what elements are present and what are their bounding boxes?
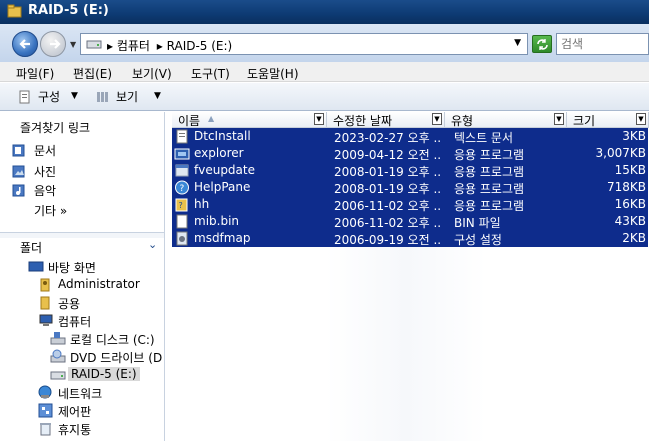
- favorite-documents-label: 문서: [34, 144, 57, 158]
- address-dropdown[interactable]: ▼: [514, 38, 521, 48]
- favorite-music-label: 음악: [34, 184, 57, 198]
- table-row[interactable]: fveupdate 2008-01-19 오후 ... 응용 프로그램 15KB: [172, 162, 648, 179]
- bin-file-icon: [176, 214, 188, 229]
- table-row[interactable]: explorer 2009-04-12 오전 ... 응용 프로그램 3,007…: [172, 145, 648, 162]
- arrow-left-icon: [19, 39, 30, 49]
- folders-title: 폴더: [20, 241, 43, 255]
- forward-button[interactable]: [40, 31, 66, 57]
- documents-icon: [12, 144, 25, 157]
- command-bar: 구성 ▼ 보기 ▼: [0, 83, 649, 111]
- pictures-icon: [12, 165, 25, 178]
- title-bar: RAID-5 (E:): [0, 0, 649, 24]
- text-file-icon: [176, 129, 188, 144]
- table-row[interactable]: mib.bin 2006-11-02 오후 ... BIN 파일 43KB: [172, 213, 648, 230]
- favorites-more-link[interactable]: 기타 »: [34, 202, 67, 219]
- control-panel-icon: [38, 403, 53, 418]
- menu-edit[interactable]: 편집(E): [73, 65, 112, 82]
- refresh-icon: [537, 39, 548, 50]
- help-icon: ?: [175, 180, 189, 195]
- menu-file[interactable]: 파일(F): [16, 65, 54, 82]
- favorite-pictures-label: 사진: [34, 165, 57, 179]
- network-icon: [38, 385, 52, 399]
- table-row[interactable]: ? hh 2006-11-02 오후 ... 응용 프로그램 16KB: [172, 196, 648, 213]
- views-dropdown-icon[interactable]: ▼: [154, 91, 161, 101]
- chevron-down-icon: ⌄: [148, 238, 158, 251]
- music-icon: [12, 184, 25, 197]
- folder-icon: [40, 296, 50, 310]
- user-folder-icon: [40, 278, 50, 292]
- config-file-icon: [176, 231, 188, 246]
- menu-help[interactable]: 도움말(H): [247, 65, 299, 82]
- views-button[interactable]: 보기: [116, 88, 138, 105]
- column-header-name[interactable]: 이름 ▲ ▼: [172, 112, 327, 128]
- views-icon: [97, 92, 108, 102]
- computer-icon: [39, 314, 53, 326]
- table-row[interactable]: ? HelpPane 2008-01-19 오후 ... 응용 프로그램 718…: [172, 179, 648, 196]
- refresh-button[interactable]: [532, 35, 552, 53]
- app-icon: [175, 164, 189, 177]
- address-toolbar: ▼ ▸ 컴퓨터 ▸ RAID-5 (E:) ▼: [0, 24, 649, 62]
- column-size-filter-dropdown[interactable]: ▼: [636, 113, 646, 125]
- background-gradient: [326, 243, 486, 441]
- sort-ascending-icon: ▲: [208, 114, 215, 123]
- recycle-bin-icon: [40, 423, 51, 436]
- folders-header[interactable]: 폴더 ⌄: [0, 238, 164, 258]
- window-title: RAID-5 (E:): [28, 3, 109, 18]
- back-button[interactable]: [12, 31, 38, 57]
- navigation-pane: 즐겨찾기 링크 문서 사진 음악 기타 » 폴더 ⌄ 바탕 화면 Adminis…: [0, 112, 165, 441]
- file-list: 이름 ▲ ▼ 수정한 날짜 ▼ 유형 ▼ 크기 ▼ DtcInstall 202…: [166, 112, 649, 441]
- recent-pages-dropdown[interactable]: ▼: [70, 40, 76, 49]
- drive-icon: [86, 40, 102, 49]
- column-header-size[interactable]: 크기 ▼: [567, 112, 649, 128]
- menu-view[interactable]: 보기(V): [132, 65, 172, 82]
- explorer-icon: [174, 148, 190, 160]
- column-date-filter-dropdown[interactable]: ▼: [432, 113, 442, 125]
- address-bar[interactable]: ▸ 컴퓨터 ▸ RAID-5 (E:) ▼: [80, 33, 528, 55]
- drive-icon: [50, 371, 66, 380]
- column-header-type[interactable]: 유형 ▼: [445, 112, 567, 128]
- organize-dropdown-icon[interactable]: ▼: [71, 91, 78, 101]
- desktop-icon: [28, 261, 44, 272]
- svg-text:?: ?: [180, 184, 185, 194]
- favorite-links-title: 즐겨찾기 링크: [20, 121, 91, 135]
- breadcrumb-raid5[interactable]: ▸ RAID-5 (E:): [157, 39, 232, 53]
- column-type-filter-dropdown[interactable]: ▼: [554, 113, 564, 125]
- hard-disk-icon: [50, 332, 66, 345]
- arrow-right-icon: [50, 39, 61, 49]
- organize-icon: [19, 90, 30, 104]
- folder-drive-icon: [7, 4, 22, 18]
- help-book-icon: ?: [175, 198, 188, 212]
- search-input[interactable]: [561, 36, 647, 52]
- dvd-drive-icon: [50, 349, 66, 363]
- table-row[interactable]: msdfmap 2006-09-19 오전 ... 구성 설정 2KB: [172, 230, 648, 247]
- breadcrumb-computer[interactable]: ▸ 컴퓨터: [107, 39, 150, 53]
- column-name-filter-dropdown[interactable]: ▼: [314, 113, 324, 125]
- search-box[interactable]: [556, 33, 649, 55]
- svg-text:?: ?: [179, 201, 183, 210]
- organize-button[interactable]: 구성: [38, 88, 60, 105]
- menu-tools[interactable]: 도구(T): [191, 65, 230, 82]
- column-header-date[interactable]: 수정한 날짜 ▼: [327, 112, 445, 128]
- menu-bar: 파일(F) 편집(E) 보기(V) 도구(T) 도움말(H): [0, 62, 649, 82]
- table-row[interactable]: DtcInstall 2023-02-27 오후 ... 텍스트 문서 3KB: [172, 128, 648, 145]
